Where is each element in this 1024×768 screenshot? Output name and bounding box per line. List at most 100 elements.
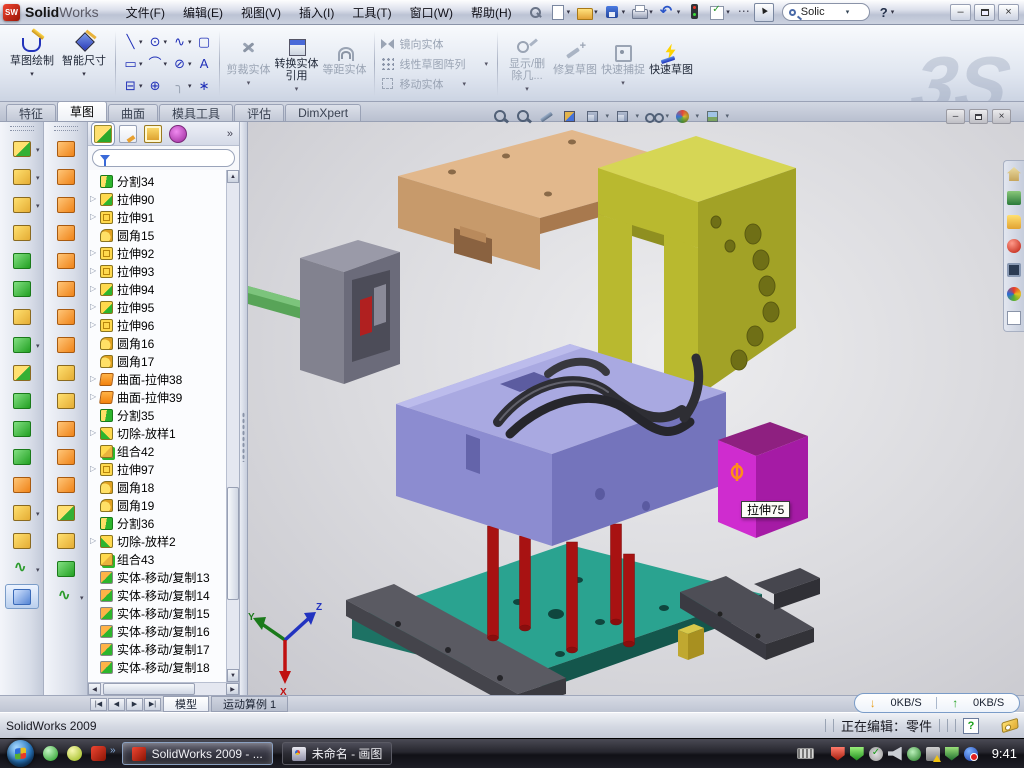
quick-launch-chevron-icon[interactable]: » <box>110 745 116 756</box>
extruded-surface-button[interactable] <box>49 136 83 161</box>
sync-status-icon[interactable] <box>964 747 978 761</box>
tree-item[interactable]: 分割36 <box>90 514 226 532</box>
dropdown-arrow-icon[interactable] <box>82 67 86 77</box>
draft-button[interactable] <box>5 304 39 329</box>
pin-toolbar-button[interactable] <box>525 2 545 22</box>
swept-boss-button[interactable] <box>5 248 39 273</box>
apply-scene-icon[interactable] <box>704 108 721 125</box>
rebuild-button[interactable] <box>684 2 704 22</box>
line-tool[interactable]: ╲ <box>121 31 145 52</box>
menu-insert[interactable]: 插入(I) <box>290 4 343 21</box>
scrollbar-thumb[interactable] <box>103 683 195 695</box>
panel-chevron-icon[interactable]: » <box>227 128 233 140</box>
smart-dimension-button[interactable]: 智能尺寸 <box>58 28 110 99</box>
mirror-entities-button[interactable]: 镜向实体 <box>380 36 493 52</box>
tab-motion-study[interactable]: 运动算例 1 <box>211 696 288 712</box>
fillet-button[interactable] <box>5 192 39 217</box>
taskbar-clock[interactable]: 9:41 <box>992 746 1017 761</box>
quick-tips-button[interactable]: ? <box>963 718 979 734</box>
boundary-surface-button[interactable] <box>49 248 83 273</box>
tree-item[interactable]: 实体-移动/复制17 <box>90 640 226 658</box>
display-delete-relations-button[interactable]: 显示/删除几... <box>503 28 551 99</box>
close-button[interactable]: × <box>998 4 1019 21</box>
doc-restore-button[interactable] <box>969 109 988 124</box>
offset-entities-button[interactable]: 等距实体 <box>321 28 369 99</box>
scroll-up-icon[interactable]: ▲ <box>227 170 239 183</box>
curve-button[interactable] <box>5 556 39 581</box>
doc-close-button[interactable]: × <box>992 109 1011 124</box>
delete-face-button[interactable] <box>49 360 83 385</box>
tree-item[interactable]: 拉伸90 <box>90 190 226 208</box>
move-entities-button[interactable]: 移动实体 <box>380 76 493 92</box>
tree-item[interactable]: 拉伸96 <box>90 316 226 334</box>
spline-tool[interactable]: ∿ <box>170 31 194 52</box>
body-operations-button[interactable] <box>5 444 39 469</box>
expand-arrow-icon[interactable] <box>90 267 100 275</box>
move-copy-body-button[interactable] <box>5 472 39 497</box>
magnified-selection-icon[interactable] <box>538 108 555 125</box>
filled-surface-button[interactable] <box>49 500 83 525</box>
undo-button[interactable] <box>657 2 683 22</box>
scroll-down-icon[interactable]: ▼ <box>227 669 239 682</box>
revolved-surface-button[interactable] <box>49 164 83 189</box>
intersect-button[interactable] <box>5 416 39 441</box>
panel-splitter[interactable] <box>240 122 248 695</box>
dropdown-arrow-icon[interactable] <box>621 76 625 85</box>
sketch-button[interactable]: 草图绘制 <box>6 28 58 99</box>
tag-icon[interactable] <box>1001 718 1018 733</box>
knit-surface-button[interactable] <box>49 332 83 357</box>
scrollbar-thumb[interactable] <box>227 487 239 600</box>
expand-arrow-icon[interactable] <box>90 375 100 383</box>
defender-shield-icon[interactable] <box>945 747 959 761</box>
tab-mold-tools[interactable]: 模具工具 <box>159 104 233 121</box>
menu-window[interactable]: 窗口(W) <box>401 4 462 21</box>
offset-surface-button[interactable] <box>49 276 83 301</box>
tree-item[interactable]: 圆角19 <box>90 496 226 514</box>
freeform-button[interactable] <box>49 528 83 553</box>
model-carrier-block[interactable] <box>300 240 400 384</box>
surface-curve-button[interactable] <box>49 584 83 609</box>
view-orientation-icon[interactable] <box>584 108 601 125</box>
appearances-scenes-icon[interactable] <box>1007 287 1021 301</box>
menu-file[interactable]: 文件(F) <box>117 4 174 21</box>
tree-item[interactable]: 拉伸97 <box>90 460 226 478</box>
print-button[interactable] <box>629 2 655 22</box>
view-palette-icon[interactable] <box>1007 263 1021 277</box>
polygon-tool[interactable]: ⊕ <box>146 75 170 96</box>
nav-prev-button[interactable]: ◀ <box>108 698 125 711</box>
tree-item[interactable]: 拉伸95 <box>90 298 226 316</box>
trim-surface-button[interactable] <box>49 472 83 497</box>
expand-arrow-icon[interactable] <box>90 465 100 473</box>
rapid-sketch-button[interactable]: 快速草图 <box>647 28 695 99</box>
tree-item[interactable]: 实体-移动/复制14 <box>90 586 226 604</box>
tab-features[interactable]: 特征 <box>6 104 56 121</box>
sketch-fillet-tool[interactable]: ╮ <box>170 75 194 96</box>
network-warning-icon[interactable] <box>926 747 940 761</box>
restore-button[interactable] <box>974 4 995 21</box>
untrim-surface-button[interactable] <box>49 416 83 441</box>
zoom-fit-icon[interactable] <box>492 108 509 125</box>
lofted-boss-button[interactable] <box>5 276 39 301</box>
expand-arrow-icon[interactable] <box>90 249 100 257</box>
select-button[interactable] <box>754 3 774 22</box>
tab-evaluate[interactable]: 评估 <box>234 104 284 121</box>
text-tool[interactable]: A <box>195 53 214 74</box>
doc-minimize-button[interactable]: – <box>946 109 965 124</box>
quick-launch-ball[interactable] <box>67 746 82 761</box>
power-icon[interactable] <box>907 747 921 761</box>
tree-item[interactable]: 实体-移动/复制13 <box>90 568 226 586</box>
slot-tool[interactable]: ⊟ <box>121 75 145 96</box>
quick-launch-solidworks[interactable] <box>91 746 106 761</box>
tree-item[interactable]: 曲面-拉伸38 <box>90 370 226 388</box>
expand-arrow-icon[interactable] <box>90 213 100 221</box>
dropdown-arrow-icon[interactable] <box>30 67 34 77</box>
dome-button[interactable] <box>49 556 83 581</box>
expand-arrow-icon[interactable] <box>90 195 100 203</box>
plane-button[interactable] <box>5 528 39 553</box>
expand-arrow-icon[interactable] <box>90 429 100 437</box>
expand-arrow-icon[interactable] <box>90 285 100 293</box>
nav-next-button[interactable]: ▶ <box>126 698 143 711</box>
arc-tool[interactable]: ⌒ <box>146 53 170 74</box>
tree-item[interactable]: 拉伸94 <box>90 280 226 298</box>
tree-item[interactable]: 圆角15 <box>90 226 226 244</box>
